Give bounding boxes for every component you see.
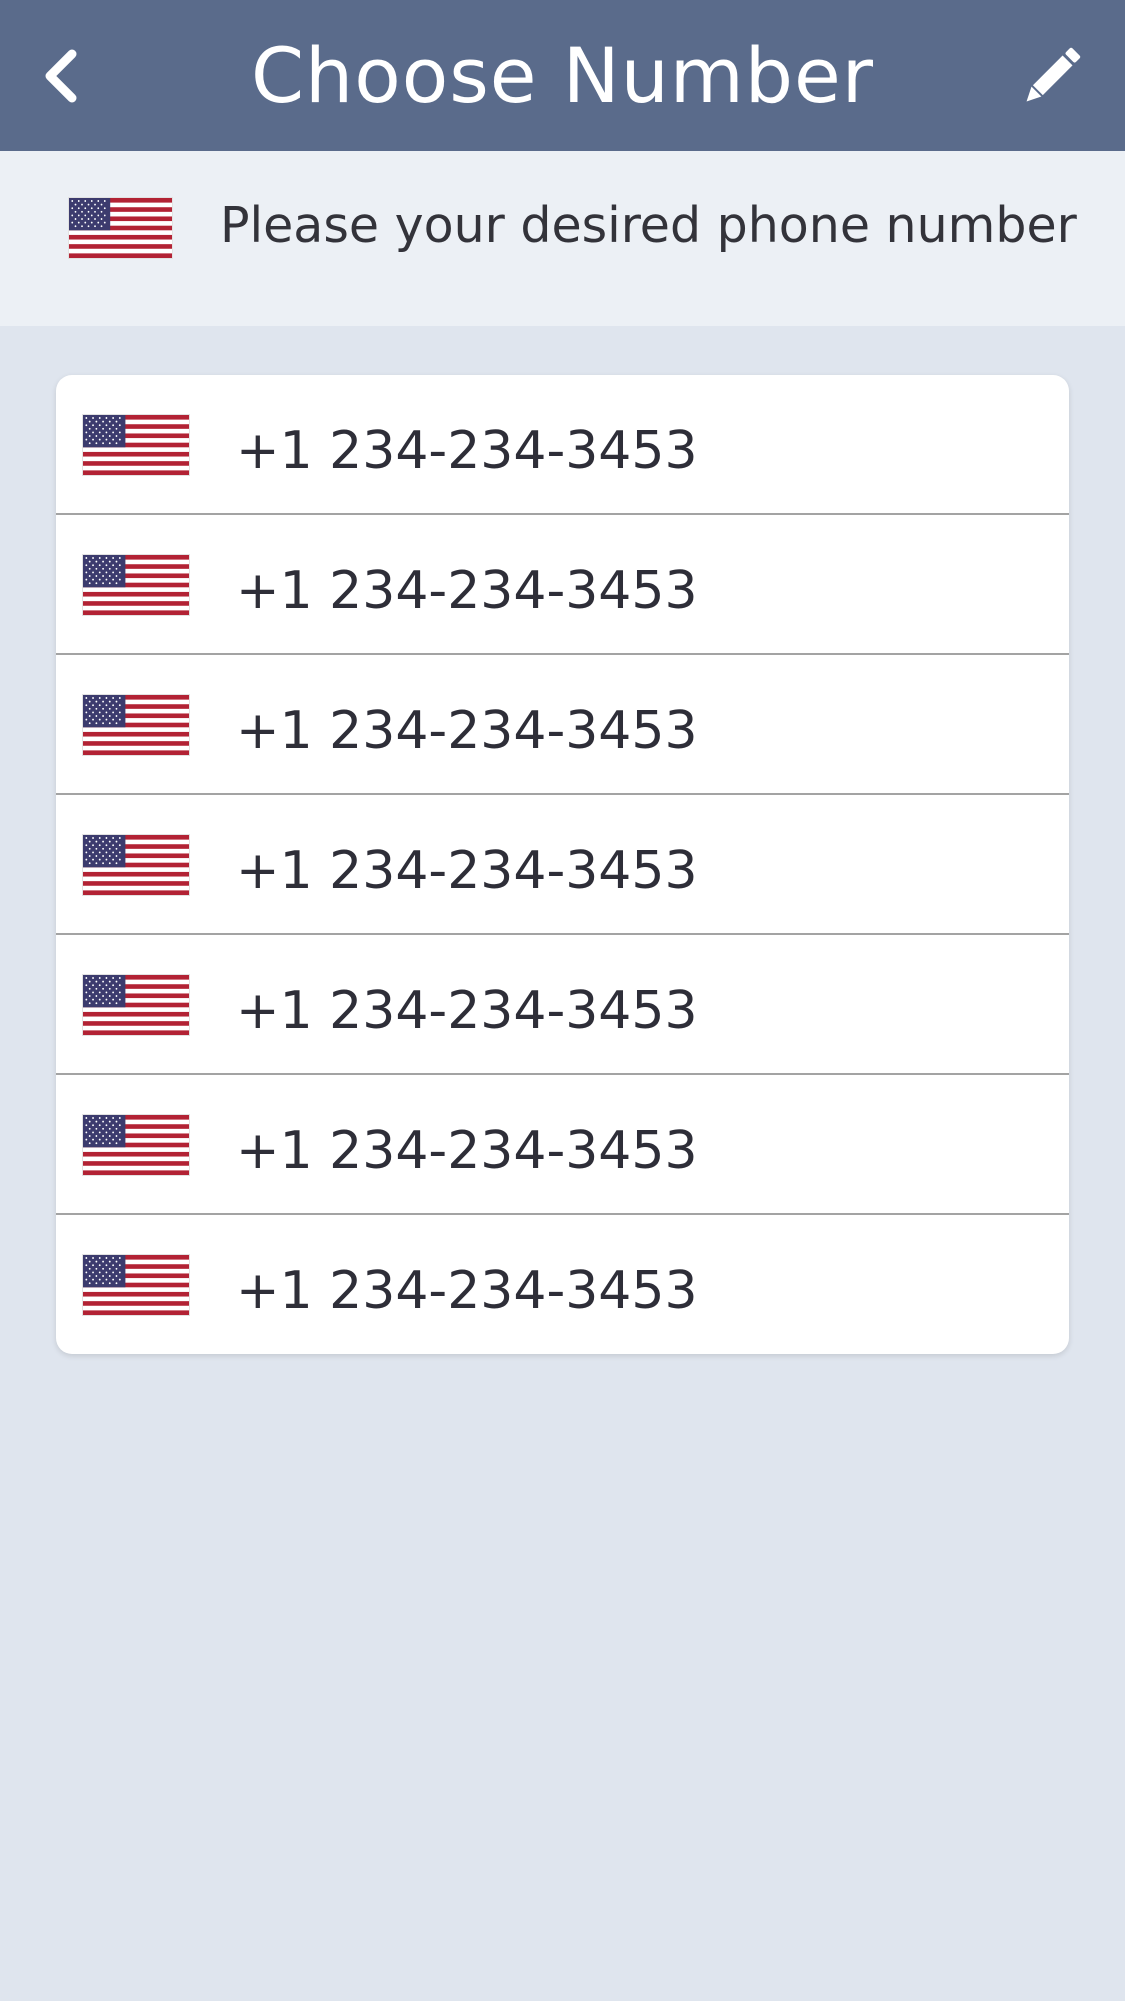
us-flag-icon — [82, 414, 190, 476]
phone-number: +1 234-234-3453 — [236, 1121, 698, 1181]
phone-number: +1 234-234-3453 — [236, 981, 698, 1041]
phone-number: +1 234-234-3453 — [236, 1261, 698, 1321]
instruction-banner: Please your desired phone number — [0, 151, 1125, 326]
us-flag-icon — [82, 974, 190, 1036]
instruction-text: Please your desired phone number — [220, 197, 1077, 254]
us-flag-icon — [82, 834, 190, 896]
us-flag-icon — [82, 1114, 190, 1176]
page-title: Choose Number — [250, 31, 875, 120]
app-header: Choose Number — [0, 0, 1125, 151]
phone-number: +1 234-234-3453 — [236, 701, 698, 761]
list-item[interactable]: +1 234-234-3453 — [56, 935, 1069, 1075]
phone-number: +1 234-234-3453 — [236, 561, 698, 621]
us-flag-icon — [82, 554, 190, 616]
list-item[interactable]: +1 234-234-3453 — [56, 795, 1069, 935]
list-item[interactable]: +1 234-234-3453 — [56, 1075, 1069, 1215]
us-flag-icon — [68, 197, 173, 259]
list-item[interactable]: +1 234-234-3453 — [56, 655, 1069, 795]
phone-number: +1 234-234-3453 — [236, 841, 698, 901]
phone-number: +1 234-234-3453 — [236, 421, 698, 481]
number-list: +1 234-234-3453 +1 234-234-3453 +1 234-2… — [56, 375, 1069, 1354]
us-flag-icon — [82, 1254, 190, 1316]
pencil-icon — [1026, 47, 1081, 102]
edit-button[interactable] — [1012, 36, 1092, 116]
us-flag-icon — [82, 694, 190, 756]
list-item[interactable]: +1 234-234-3453 — [56, 515, 1069, 655]
list-item[interactable]: +1 234-234-3453 — [56, 1215, 1069, 1354]
list-item[interactable]: +1 234-234-3453 — [56, 375, 1069, 515]
